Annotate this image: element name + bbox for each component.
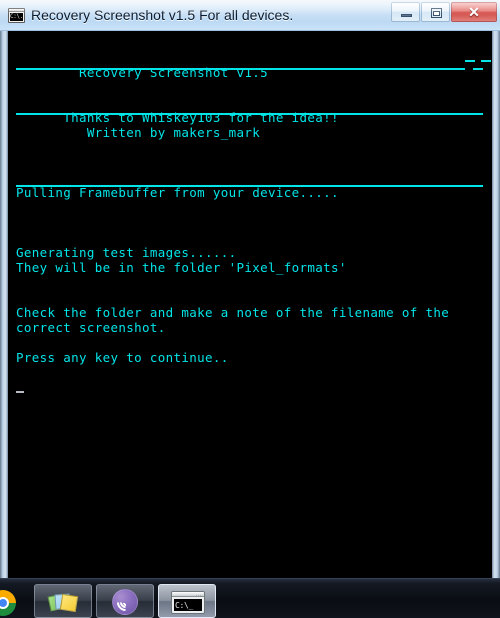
console-icon-titlebar [9,9,24,12]
line-13 [16,215,449,230]
minimize-button[interactable] [391,2,420,22]
line-15-status-generating: Generating test images...... [16,245,237,260]
taskbar-item-sticky-notes[interactable] [34,584,92,618]
wrap-dash-2 [481,60,491,62]
line-11-status-pulling: Pulling Framebuffer from your device....… [16,185,339,200]
line-8 [16,140,449,155]
cmd-icon-prompt: C:\_ [175,601,194,610]
sticky-note-yellow [59,593,79,613]
text-cursor [16,391,24,393]
line-22-prompt-continue: Press any key to continue.. [16,350,229,365]
window-border-left [0,0,8,578]
taskbar-item-bittorrent[interactable] [96,584,154,618]
line-10 [16,170,449,185]
console-icon-prompt: C:\. [10,13,23,20]
cmd-console-icon: ... C:\_ [171,591,205,614]
restore-button[interactable] [421,2,450,22]
close-icon: ✕ [468,4,480,20]
cmd-icon-dots: ... [196,592,202,598]
wrap-dash-3 [473,68,483,70]
line-14 [16,230,449,245]
close-button[interactable]: ✕ [451,2,497,22]
console-text-buffer: Recovery Screenshot v1.5 Thanks to Whisk… [8,31,449,365]
line-18 [16,290,449,305]
line-4 [16,80,449,95]
minimize-icon [401,14,412,17]
console-icon: C:\. [8,8,25,23]
separator-middle [16,113,483,115]
line-12 [16,200,449,215]
window-controls: ✕ [390,2,497,22]
screen: C:\. Recovery Screenshot v1.5 For all de… [0,0,500,618]
line-16-status-folder: They will be in the folder 'Pixel_format… [16,260,347,275]
separator-bottom [16,185,483,187]
sticky-notes-icon [47,591,79,613]
line-19-instruction-a: Check the folder and make a note of the … [16,305,450,320]
line-1 [16,35,449,50]
separator-top [16,68,465,70]
line-5 [16,95,449,110]
bittorrent-icon [112,589,138,615]
line-20-instruction-b: correct screenshot. [16,320,166,335]
wrap-dash-1 [465,60,475,62]
line-9 [16,155,449,170]
window-title: Recovery Screenshot v1.5 For all devices… [31,7,294,23]
taskbar-item-chrome[interactable] [0,590,16,616]
line-7-credit-author: Written by makers_mark [16,125,261,140]
line-21 [16,335,449,350]
console-window: C:\. Recovery Screenshot v1.5 For all de… [0,0,500,578]
line-17 [16,275,449,290]
restore-icon-inner [433,11,440,16]
line-2 [16,50,449,65]
window-titlebar[interactable]: C:\. Recovery Screenshot v1.5 For all de… [0,0,500,31]
taskbar-item-command-prompt[interactable]: ... C:\_ [158,584,216,618]
window-border-right [492,0,500,578]
console-output-area[interactable]: Recovery Screenshot v1.5 Thanks to Whisk… [8,31,492,578]
taskbar: ... C:\_ [0,578,500,618]
